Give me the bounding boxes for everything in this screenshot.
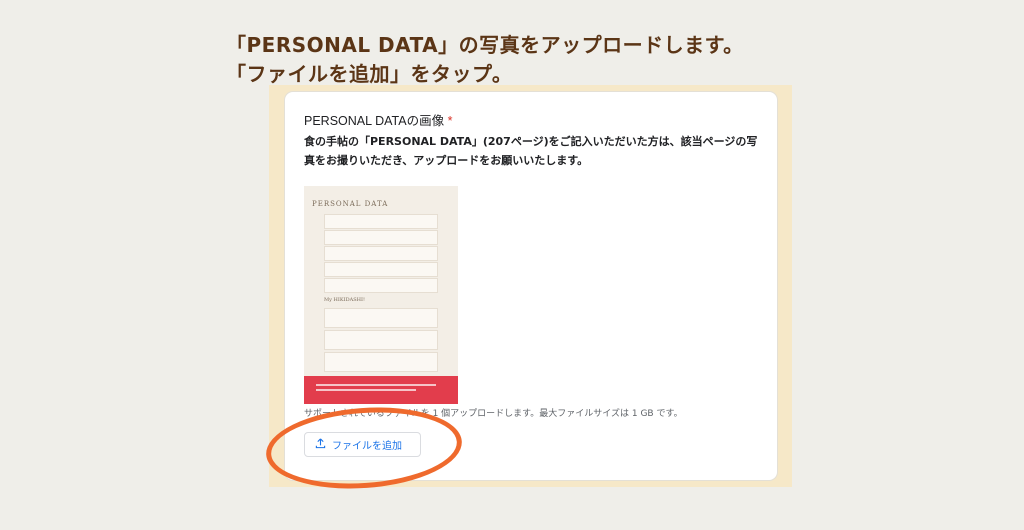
preview-field — [324, 262, 438, 277]
preview-footer-band — [304, 376, 458, 404]
preview-field — [324, 308, 438, 328]
preview-field — [324, 246, 438, 261]
preview-field — [324, 352, 438, 372]
preview-field — [324, 330, 438, 350]
question-description: 食の手帖の「PERSONAL DATA」(207ページ)をご記入いただいた方は、… — [304, 135, 758, 167]
preview-heading: PERSONAL DATA — [312, 200, 389, 208]
preview-field — [324, 214, 438, 229]
required-mark: * — [447, 114, 453, 128]
preview-field — [324, 278, 438, 293]
question-title: PERSONAL DATAの画像 * — [304, 110, 452, 129]
instruction-line-1: 「PERSONAL DATA」の写真をアップロードします。 — [226, 33, 744, 57]
uploaded-image-preview[interactable]: PERSONAL DATA My HIKIDASHI! — [304, 186, 458, 404]
instruction-text: 「PERSONAL DATA」の写真をアップロードします。 「ファイルを追加」を… — [226, 31, 744, 89]
preview-field — [324, 230, 438, 245]
question-title-text: PERSONAL DATAの画像 — [304, 114, 445, 128]
preview-section-title: My HIKIDASHI! — [324, 297, 365, 303]
